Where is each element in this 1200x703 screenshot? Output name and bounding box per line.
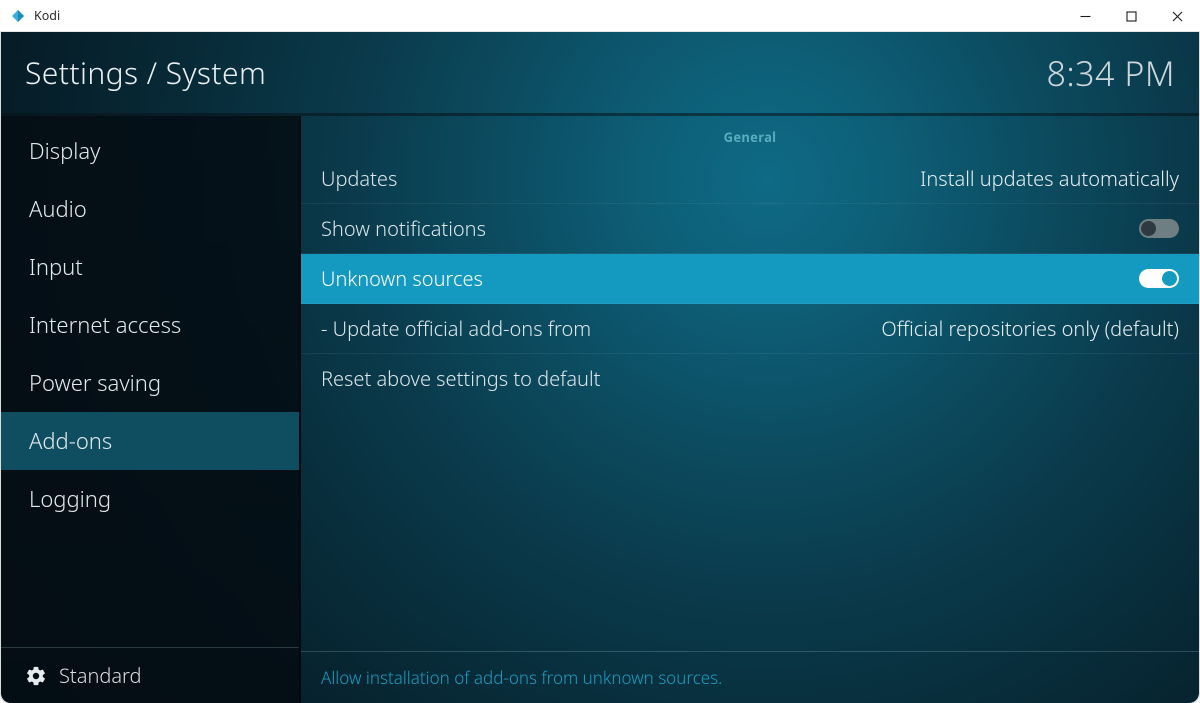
main-panel: General Updates Install updates automati…: [301, 116, 1199, 703]
window-controls: [1062, 0, 1200, 32]
close-button[interactable]: [1154, 0, 1200, 32]
settings-list: Updates Install updates automatically Sh…: [301, 154, 1199, 403]
sidebar-item-label: Display: [29, 136, 101, 166]
maximize-button[interactable]: [1108, 0, 1154, 32]
toggle-unknown-sources[interactable]: [1139, 269, 1179, 288]
sidebar-item-logging[interactable]: Logging: [1, 470, 299, 528]
setting-label: Show notifications: [321, 215, 486, 242]
clock: 8:34 PM: [1046, 50, 1175, 96]
sidebar: Display Audio Input Internet access Powe…: [1, 116, 301, 703]
window-title: Kodi: [34, 7, 60, 24]
content: Display Audio Input Internet access Powe…: [1, 116, 1199, 703]
sidebar-item-label: Audio: [29, 194, 87, 224]
setting-reset-defaults[interactable]: Reset above settings to default: [301, 354, 1199, 403]
sidebar-item-display[interactable]: Display: [1, 122, 299, 180]
setting-unknown-sources[interactable]: Unknown sources: [301, 254, 1199, 304]
setting-label: Reset above settings to default: [321, 365, 600, 392]
sidebar-item-label: Add-ons: [29, 426, 112, 456]
sidebar-list: Display Audio Input Internet access Powe…: [1, 116, 299, 528]
sidebar-item-label: Power saving: [29, 368, 161, 398]
settings-level-label: Standard: [59, 662, 142, 689]
breadcrumb[interactable]: Settings / System: [25, 52, 266, 93]
toggle-knob: [1162, 271, 1177, 286]
sidebar-item-input[interactable]: Input: [1, 238, 299, 296]
kodi-app-icon: [10, 8, 26, 24]
toggle-knob: [1141, 221, 1156, 236]
gear-icon: [25, 665, 47, 687]
sidebar-item-label: Logging: [29, 484, 111, 514]
setting-value: Official repositories only (default): [881, 315, 1179, 342]
setting-value: Install updates automatically: [920, 165, 1179, 192]
sidebar-item-label: Internet access: [29, 310, 181, 340]
setting-label: Unknown sources: [321, 265, 483, 292]
sidebar-item-label: Input: [29, 252, 83, 282]
titlebar: Kodi: [0, 0, 1200, 32]
setting-description: Allow installation of add-ons from unkno…: [301, 651, 1199, 703]
setting-show-notifications[interactable]: Show notifications: [301, 204, 1199, 254]
sidebar-item-internet-access[interactable]: Internet access: [1, 296, 299, 354]
group-header-general: General: [301, 116, 1199, 154]
setting-updates[interactable]: Updates Install updates automatically: [301, 154, 1199, 204]
toggle-show-notifications[interactable]: [1139, 219, 1179, 238]
app-body: Settings / System 8:34 PM Display Audio …: [1, 32, 1199, 703]
minimize-button[interactable]: [1062, 0, 1108, 32]
settings-level-button[interactable]: Standard: [1, 647, 299, 703]
setting-label: - Update official add-ons from: [321, 315, 591, 342]
sidebar-item-audio[interactable]: Audio: [1, 180, 299, 238]
sidebar-item-power-saving[interactable]: Power saving: [1, 354, 299, 412]
app-header: Settings / System 8:34 PM: [1, 32, 1199, 116]
setting-label: Updates: [321, 165, 397, 192]
setting-update-official-addons[interactable]: - Update official add-ons from Official …: [301, 304, 1199, 354]
sidebar-item-add-ons[interactable]: Add-ons: [1, 412, 299, 470]
